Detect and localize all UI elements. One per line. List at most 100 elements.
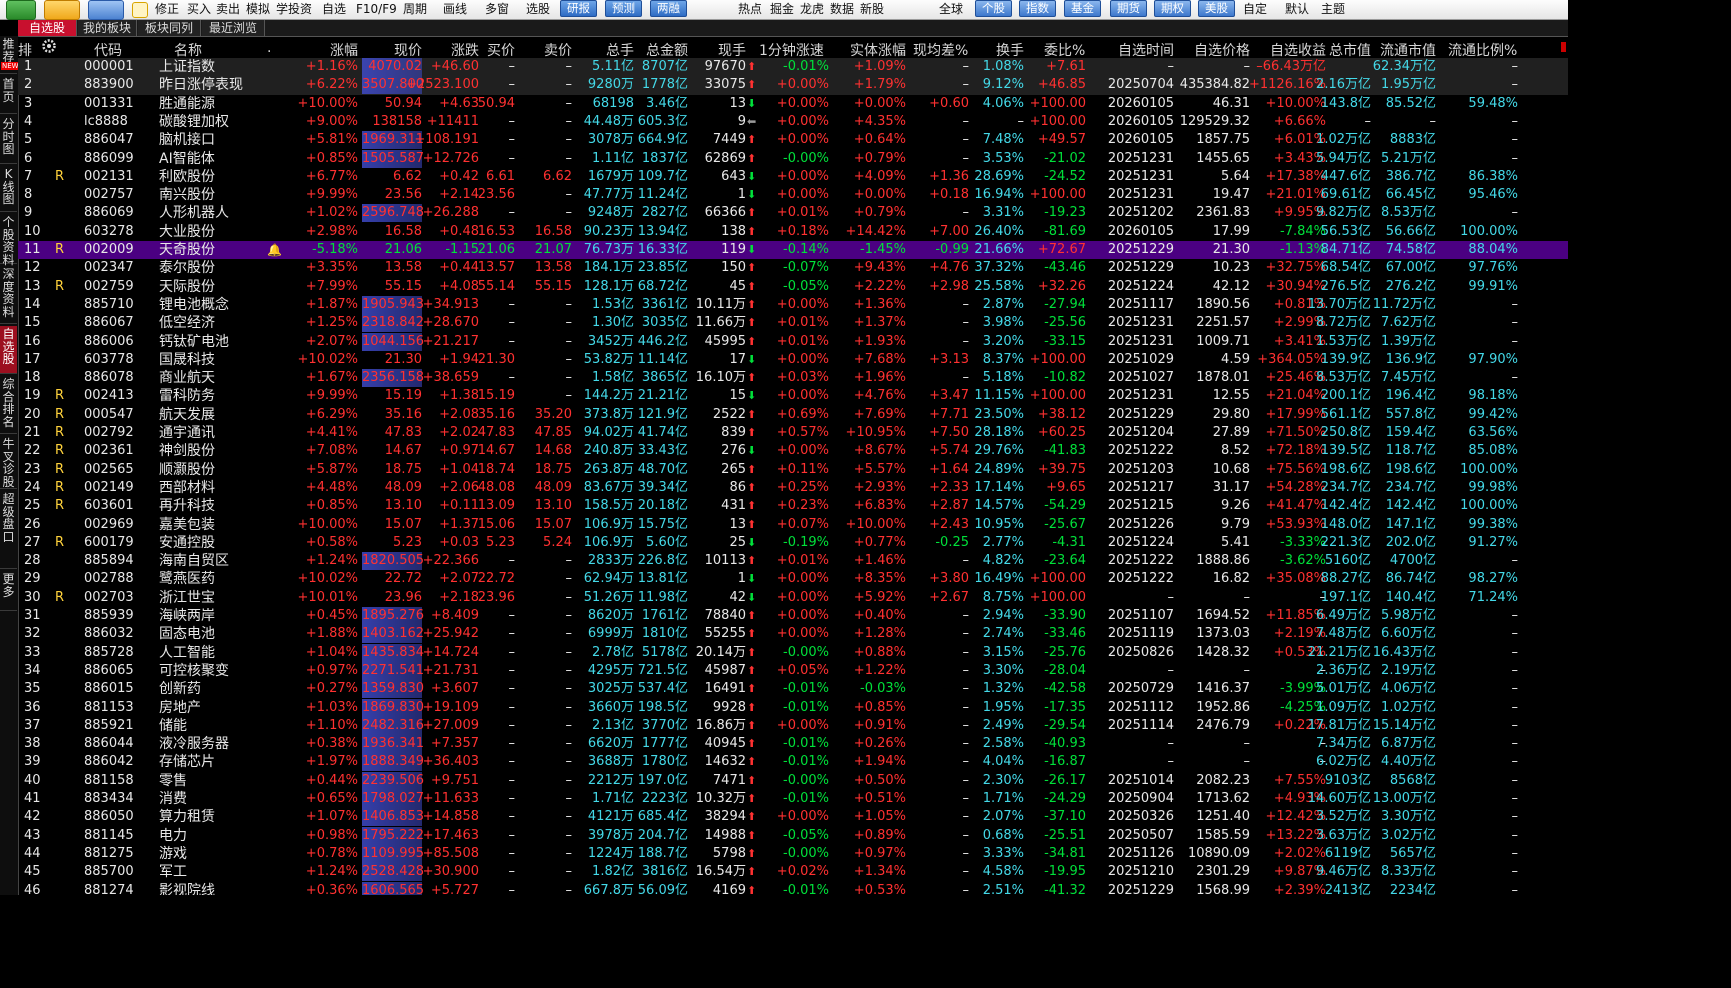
toolbar-button[interactable]: 画线 <box>443 2 467 17</box>
column-header-1[interactable]: 代码 <box>94 40 122 60</box>
table-row[interactable]: 23 R 002565 顺灏股份 +5.87% 18.75 +1.04 18.74 18.75 2… <box>18 461 1568 479</box>
table-row[interactable]: 22 R 002361 神剑股份 +7.08% 14.67 +0.97 14.67 14.68 2… <box>18 442 1568 460</box>
table-row[interactable]: 25 R 603601 再升科技 +0.85% 13.10 +0.11 13.09 13.10 1… <box>18 497 1568 515</box>
table-row[interactable]: 24 R 002149 西部材料 +4.48% 48.09 +2.06 48.08 48.09 8… <box>18 479 1568 497</box>
table-row[interactable]: 21 R 002792 通宇通讯 +4.41% 47.83 +2.02 47.83 47.85 9… <box>18 424 1568 442</box>
sidebar-item-2[interactable]: 分时图 <box>0 116 17 164</box>
gear-icon[interactable] <box>41 38 57 54</box>
table-row[interactable]: 35 886015 创新药 +0.27% 1359.830 +3.607– –3025万 53… <box>18 680 1568 699</box>
column-header-5[interactable]: 现价 <box>394 40 422 60</box>
table-row[interactable]: 10 603278 大业股份 +2.98% 16.58 +0.48 16.53 16.58 90… <box>18 223 1568 241</box>
table-row[interactable]: 34 886065 可控核聚变 +0.97% 2271.541 +21.731– –4295… <box>18 661 1568 680</box>
table-row[interactable]: 29 002788 鹭燕医药 +10.02% 22.72 +2.07 22.72–62.94… <box>18 570 1568 588</box>
table-row[interactable]: 44 881275 游戏 +0.78% 1109.995 +85.508– –1224万 18… <box>18 844 1568 863</box>
market-button[interactable]: 个股 <box>975 0 1012 17</box>
table-row[interactable]: 16 886006 钙钛矿电池 +2.07% 1044.156 +21.217– –3452… <box>18 332 1568 351</box>
column-header-7[interactable]: 买价 <box>487 40 515 60</box>
table-row[interactable]: 42 886050 算力租赁 +1.07% 1406.853 +14.858– –4121万… <box>18 808 1568 827</box>
toolbar-button[interactable]: 买入 <box>187 2 211 17</box>
toolbar-button[interactable]: 选股 <box>526 2 550 17</box>
table-row[interactable]: 4 lc8888 碳酸锂加权 +9.00% 138158 +11411– –44.48万 60… <box>18 113 1568 131</box>
table-row[interactable]: 28 885894 海南自贸区 +1.24% 1820.505 +22.366– –2833… <box>18 552 1568 571</box>
table-row[interactable]: 3 001331 胜通能源 +10.00% 50.94 +4.63 50.94–68198 3… <box>18 95 1568 113</box>
table-row[interactable]: 31 885939 海峡两岸 +0.45% 1895.276 +8.409– –8620万 1… <box>18 607 1568 625</box>
toolbar-highlight-button[interactable]: 预测 <box>605 0 642 17</box>
table-row[interactable]: 12 002347 泰尔股份 +3.35% 13.58 +0.44 13.57 13.58 18… <box>18 259 1568 277</box>
table-row[interactable]: 40 881158 零售 +0.44% 2239.506 +9.751– –2212万 197… <box>18 771 1568 790</box>
scroll-indicator[interactable] <box>1561 42 1566 52</box>
column-header-16[interactable]: 委比% <box>1044 40 1085 60</box>
table-row[interactable]: 5 886047 脑机接口 +5.81% 1969.311 +108.191– –3078万… <box>18 131 1568 150</box>
toolbar-menu-item[interactable]: 龙虎 <box>800 2 824 17</box>
toolbar-button[interactable]: 卖出 <box>216 2 240 17</box>
table-row[interactable]: 45 885700 军工 +1.24% 2528.428 +30.900– –1.82亿 38… <box>18 863 1568 882</box>
table-row[interactable]: 37 885921 储能 +1.10% 2482.316 +27.009– –2.13亿 37… <box>18 716 1568 735</box>
column-header-17[interactable]: 自选时间 <box>1118 40 1174 60</box>
table-row[interactable]: 32 886032 固态电池 +1.88% 1403.162 +25.942– –6999万… <box>18 625 1568 644</box>
column-header-14[interactable]: 现均差% <box>913 40 968 60</box>
market-button[interactable]: 基金 <box>1064 0 1101 17</box>
table-row[interactable]: 46 881274 影视院线 +0.36% 1606.565 +5.727– –667.8万… <box>18 881 1568 895</box>
table-row[interactable]: 26 002969 嘉美包装 +10.00% 15.07 +1.37 15.06 15.07 1… <box>18 516 1568 534</box>
toolbar-button[interactable]: 周期 <box>403 2 427 17</box>
sidebar-item-8[interactable]: 牛叉诊股 <box>0 436 17 489</box>
table-row[interactable]: 17 603778 国晟科技 +10.02% 21.30 +1.94 21.30–53.82… <box>18 351 1568 369</box>
column-header-11[interactable]: 现手 <box>718 40 746 60</box>
table-row[interactable]: 15 886067 低空经济 +1.25% 2318.842 +28.670– –1.30亿… <box>18 314 1568 333</box>
column-header-10[interactable]: 总金额 <box>646 40 688 60</box>
sidebar-item-1[interactable]: 首页 <box>0 76 17 114</box>
column-header-19[interactable]: 自选收益 <box>1270 40 1326 60</box>
table-row[interactable]: 8 002757 南兴股份 +9.99% 23.56 +2.14 23.56–47.77万 1… <box>18 186 1568 204</box>
sidebar-item-3[interactable]: K线图 <box>0 166 17 212</box>
market-button[interactable]: 期权 <box>1154 0 1191 17</box>
toolbar-right-item[interactable]: 默认 <box>1285 2 1309 17</box>
table-row[interactable]: 41 883434 消费 +0.65% 1798.027 +11.633– –1.71亿 22… <box>18 790 1568 808</box>
tab-1[interactable]: 我的板块 <box>78 20 137 36</box>
sidebar-item-6[interactable]: 自选股 <box>0 326 17 374</box>
column-header-20[interactable]: 总市值 <box>1329 40 1371 60</box>
table-row[interactable]: 13 R 002759 天际股份 +7.99% 55.15 +4.08 55.14 55.15 1… <box>18 278 1568 296</box>
app-logo-icon[interactable] <box>6 0 36 20</box>
toolbar-button[interactable]: 修正 <box>155 2 179 17</box>
tab-3[interactable]: 最近浏览 <box>202 20 265 36</box>
column-header-4[interactable]: 涨幅 <box>330 40 358 60</box>
table-row[interactable]: 19 R 002413 雷科防务 +9.99% 15.19 +1.38 15.19–144.2… <box>18 387 1568 405</box>
column-header-9[interactable]: 总手 <box>606 40 634 60</box>
column-header-6[interactable]: 涨跌 <box>451 40 479 60</box>
table-row[interactable]: 6 886099 AI智能体 +0.85% 1505.587 +12.726– –1.11亿… <box>18 149 1568 168</box>
table-row[interactable]: 30 R 002703 浙江世宝 +10.01% 23.96 +2.18 23.96–51.2… <box>18 589 1568 607</box>
table-row[interactable]: 1 000001 上证指数 +1.16% 4070.02 +46.60– –5.11亿 870… <box>18 58 1568 77</box>
market-button[interactable]: 期货 <box>1110 0 1147 17</box>
toolbar-highlight-button[interactable]: 研报 <box>560 0 597 17</box>
toolbar-right-item[interactable]: 主题 <box>1321 2 1345 17</box>
sidebar-item-10[interactable]: 更多 <box>0 571 17 611</box>
market-button[interactable]: 美股 <box>1198 0 1235 17</box>
table-row[interactable]: 36 881153 房地产 +1.03% 1869.830 +19.109– –3660万 1… <box>18 698 1568 717</box>
tab-0[interactable]: 自选股 <box>18 20 77 36</box>
toolbar-button[interactable]: 多窗 <box>485 2 509 17</box>
table-row[interactable]: 9 886069 人形机器人 +1.02% 2596.748 +26.288– –9248万… <box>18 204 1568 223</box>
back-arrow-icon[interactable] <box>44 0 80 20</box>
bell-icon[interactable]: 🔔 <box>267 241 282 259</box>
table-row[interactable]: 38 886044 液冷服务器 +0.38% 1936.341 +7.357– –6620万… <box>18 735 1568 754</box>
toolbar-button[interactable]: F10/F9 <box>356 2 397 17</box>
table-row[interactable]: 14 885710 锂电池概念 +1.87% 1905.943 +34.913– –1.53… <box>18 295 1568 314</box>
column-header-3[interactable]: . <box>267 40 271 56</box>
column-header-8[interactable]: 卖价 <box>544 40 572 60</box>
sidebar-item-7[interactable]: 综合排名 <box>0 376 17 434</box>
column-header-18[interactable]: 自选价格 <box>1194 40 1250 60</box>
column-header-12[interactable]: 1分钟涨速 <box>759 40 824 60</box>
table-row[interactable]: 20 R 000547 航天发展 +6.29% 35.16 +2.08 35.16 35.20 3… <box>18 406 1568 424</box>
tab-2[interactable]: 板块同列 <box>138 20 201 36</box>
scope-button[interactable]: 全球 <box>939 2 963 17</box>
table-row[interactable]: 18 886078 商业航天 +1.67% 2356.158 +38.659– –1.58亿… <box>18 369 1568 388</box>
table-row[interactable]: 2 883900 昨日涨停表现 +6.22% 3507.800 +2523.100– –92… <box>18 76 1568 95</box>
toolbar-menu-item[interactable]: 掘金 <box>770 2 794 17</box>
toolbar-highlight-button[interactable]: 两融 <box>650 0 687 17</box>
sidebar-item-5[interactable]: 深度资料 <box>0 266 17 324</box>
down-arrow-icon[interactable] <box>132 2 148 18</box>
toolbar-menu-item[interactable]: 新股 <box>860 2 884 17</box>
sidebar-item-4[interactable]: 个股资料 <box>0 214 17 266</box>
column-header-0[interactable]: 排 <box>18 40 32 60</box>
sidebar-item-9[interactable]: 超级盘口 <box>0 491 17 569</box>
